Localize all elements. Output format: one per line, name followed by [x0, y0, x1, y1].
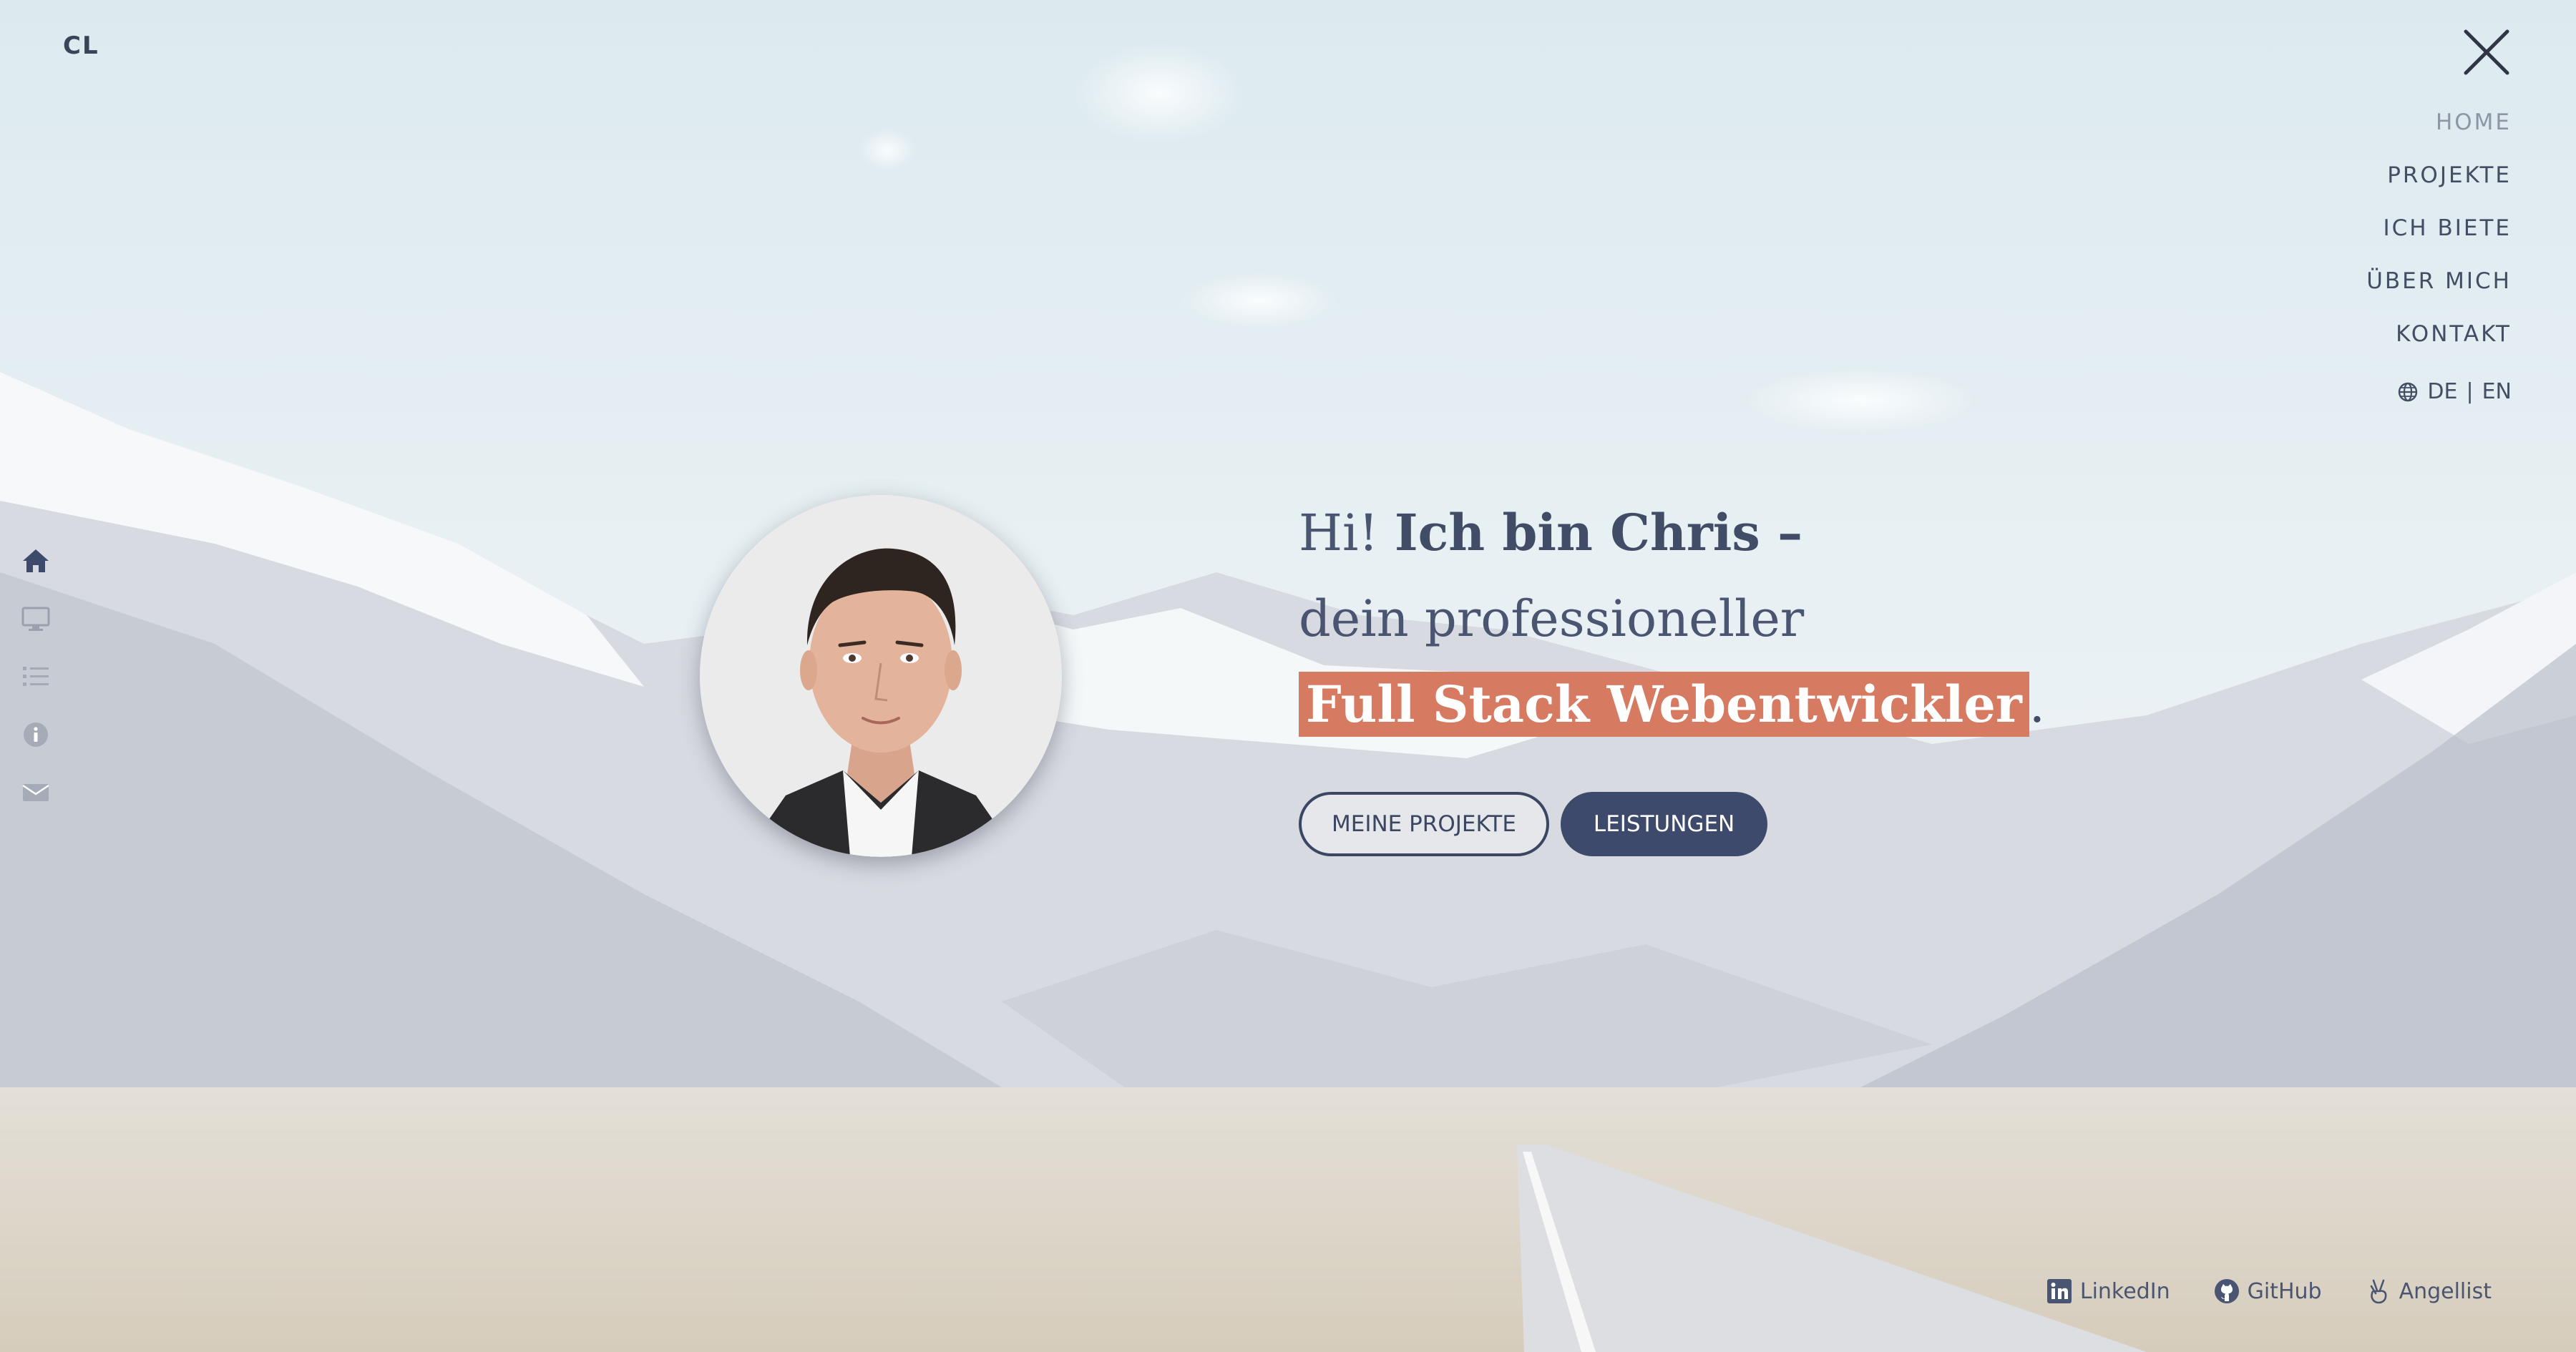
- angellist-link[interactable]: Angellist: [2365, 1278, 2492, 1305]
- side-navigation: [20, 545, 52, 835]
- nav-item-kontakt[interactable]: KONTAKT: [2366, 318, 2512, 371]
- language-switcher: DE | EN: [2366, 379, 2512, 404]
- github-link[interactable]: GitHub: [2213, 1278, 2322, 1305]
- list-icon[interactable]: [20, 661, 52, 692]
- lang-de[interactable]: DE: [2427, 379, 2457, 404]
- hero-greeting: Hi!: [1299, 504, 1379, 562]
- social-links: LinkedIn GitHub Angellist: [2046, 1278, 2492, 1305]
- linkedin-link[interactable]: LinkedIn: [2046, 1278, 2170, 1305]
- nav-item-home[interactable]: HOME: [2366, 106, 2512, 159]
- close-menu-button[interactable]: [2460, 26, 2513, 79]
- logo[interactable]: CL: [63, 31, 99, 60]
- angellist-icon: [2370, 1279, 2387, 1304]
- hero-line-3: Full Stack Webentwickler.: [1299, 665, 2045, 751]
- hero-name: Ich bin Chris –: [1394, 503, 1803, 562]
- nav-item-ueber-mich[interactable]: ÜBER MICH: [2366, 265, 2512, 318]
- angellist-label: Angellist: [2399, 1278, 2492, 1304]
- globe-icon: [2399, 382, 2418, 401]
- desktop-icon[interactable]: [20, 603, 52, 635]
- nav-item-projekte[interactable]: PROJEKTE: [2366, 159, 2512, 212]
- lang-separator: |: [2466, 379, 2474, 404]
- close-icon: [2464, 29, 2509, 75]
- profile-photo: [700, 495, 1062, 857]
- hero-line-2: dein professioneller: [1299, 589, 1805, 648]
- hero-role: Full Stack Webentwickler: [1299, 672, 2029, 737]
- github-label: GitHub: [2247, 1278, 2322, 1304]
- hero-heading: Hi! Ich bin Chris – dein professioneller…: [1299, 494, 2045, 751]
- hero-line-1: Hi! Ich bin Chris –: [1299, 494, 2045, 579]
- nav-item-ich-biete[interactable]: ICH BIETE: [2366, 212, 2512, 265]
- meine-projekte-button[interactable]: MEINE PROJEKTE: [1299, 792, 1549, 856]
- home-icon[interactable]: [20, 545, 52, 577]
- background-landscape: [0, 0, 2576, 1352]
- main-navigation: HOME PROJEKTE ICH BIETE ÜBER MICH KONTAK…: [2366, 106, 2512, 404]
- info-icon[interactable]: [20, 719, 52, 750]
- call-to-action: MEINE PROJEKTE LEISTUNGEN: [1299, 792, 1768, 856]
- envelope-icon[interactable]: [20, 777, 52, 808]
- linkedin-icon: [2046, 1279, 2072, 1303]
- hero-period: .: [2029, 675, 2046, 734]
- linkedin-label: LinkedIn: [2079, 1278, 2170, 1304]
- lang-en[interactable]: EN: [2482, 379, 2512, 404]
- leistungen-button[interactable]: LEISTUNGEN: [1560, 792, 1768, 856]
- github-icon: [2214, 1279, 2239, 1303]
